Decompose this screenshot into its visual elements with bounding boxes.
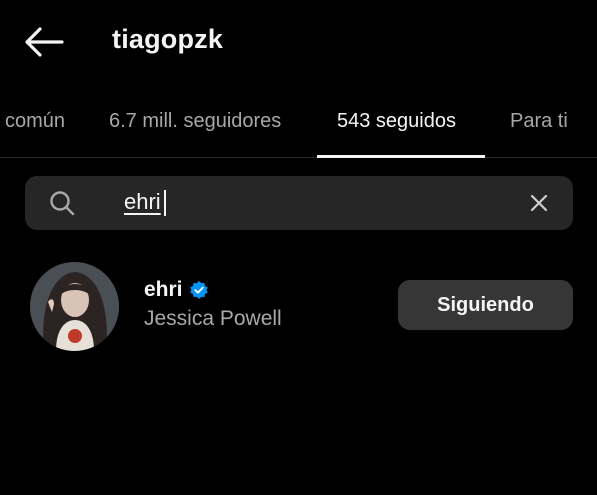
tab-followers[interactable]: 6.7 mill. seguidores	[109, 110, 281, 133]
arrow-left-icon	[25, 27, 64, 57]
tab-suggested[interactable]: Para ti	[510, 110, 568, 133]
verified-badge-icon	[189, 281, 208, 299]
text-cursor	[164, 190, 166, 216]
follow-tabs: común 6.7 mill. seguidores 543 seguidos …	[0, 100, 597, 158]
search-input[interactable]: ehri	[124, 189, 161, 215]
list-item[interactable]: ehri Jessica Powell Siguiendo	[0, 258, 597, 354]
username-line: ehri	[144, 278, 209, 302]
profile-photo	[30, 262, 119, 351]
tab-following[interactable]: 543 seguidos	[337, 110, 456, 133]
search-bar[interactable]: ehri	[25, 176, 573, 230]
back-button[interactable]	[22, 24, 66, 60]
active-tab-indicator	[317, 155, 485, 158]
search-icon	[50, 191, 75, 216]
avatar[interactable]	[30, 262, 119, 351]
full-name: Jessica Powell	[144, 307, 282, 330]
following-button[interactable]: Siguiendo	[398, 280, 573, 330]
header-bar: tiagopzk	[0, 0, 597, 82]
close-icon[interactable]	[527, 191, 551, 215]
username: ehri	[144, 278, 183, 301]
page-title: tiagopzk	[112, 24, 224, 54]
tab-mutual[interactable]: común	[5, 110, 65, 133]
